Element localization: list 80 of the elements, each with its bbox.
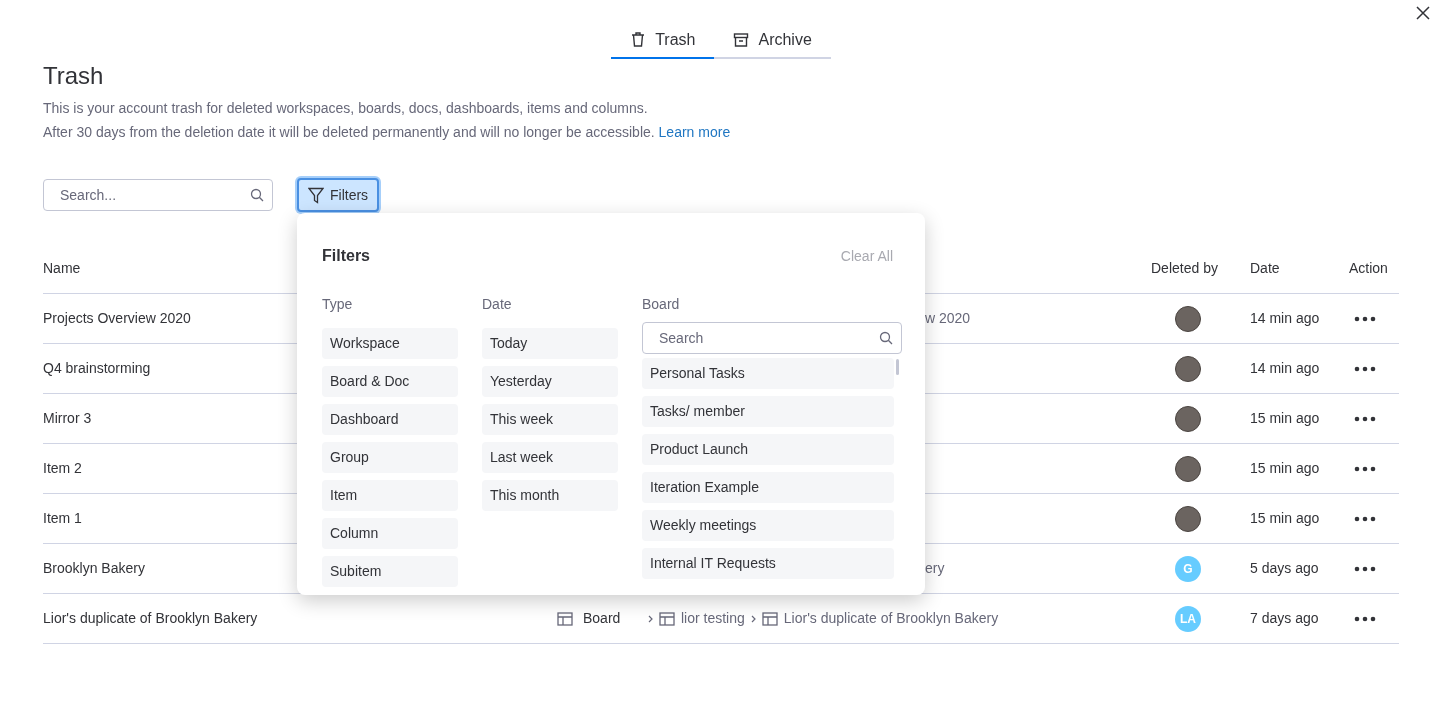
breadcrumb-item[interactable]: Lior's duplicate of Brooklyn Bakery (783, 608, 999, 629)
search-icon (879, 331, 893, 345)
table-cell-text: 7 days ago (1250, 609, 1319, 628)
table-cell-text: Item 1 (43, 509, 82, 528)
filter-option[interactable]: Item (322, 480, 458, 511)
more-icon[interactable] (1354, 365, 1376, 372)
table-cell-text: Mirror 3 (43, 409, 92, 428)
trash-icon (630, 31, 647, 48)
funnel-icon (308, 186, 324, 204)
learn-more-link[interactable]: Learn more (658, 124, 731, 140)
column-heading: Board (642, 295, 680, 314)
avatar (1175, 405, 1201, 432)
filters-button[interactable]: Filters (297, 178, 380, 212)
avatar (1175, 505, 1201, 532)
column-header: Name (43, 259, 81, 278)
tab[interactable]: Trash (611, 28, 715, 59)
filter-option[interactable]: Column (322, 518, 458, 549)
more-icon[interactable] (1354, 615, 1376, 622)
board-search-field[interactable]: Search (642, 322, 902, 354)
table-cell-text: 15 min ago (1250, 459, 1320, 478)
search-icon (250, 188, 264, 202)
table-cell-text: w 2020 (925, 309, 971, 328)
filter-option[interactable]: Iteration Example (642, 472, 894, 503)
avatar (1175, 455, 1201, 482)
column-heading: Date (482, 295, 512, 314)
more-icon[interactable] (1354, 515, 1376, 522)
archive-icon (733, 31, 750, 48)
table-cell-text: Item 2 (43, 459, 82, 478)
filter-option[interactable]: Workspace (322, 328, 458, 359)
tab[interactable]: Archive (714, 28, 831, 59)
table-cell-text: Projects Overview 2020 (43, 309, 191, 328)
filter-option[interactable]: Yesterday (482, 366, 618, 397)
more-icon[interactable] (1354, 465, 1376, 472)
description-text: This is your account trash for deleted workspaces, boards, docs, dashboards, items and columns. (43, 99, 648, 118)
table-cell-text: 15 min ago (1250, 509, 1320, 528)
filter-option[interactable]: Personal Tasks (642, 358, 894, 389)
filter-option[interactable]: Today (482, 328, 618, 359)
table-cell-text: 15 min ago (1250, 409, 1320, 428)
column-heading: Type (322, 295, 353, 314)
chevron-icon (648, 614, 653, 623)
scrollbar[interactable] (896, 359, 899, 375)
board-icon (761, 611, 778, 626)
avatar: G (1175, 555, 1201, 582)
filter-option[interactable]: Subitem (322, 556, 458, 587)
avatar (1175, 355, 1201, 382)
chevron-icon (750, 614, 756, 623)
filter-option[interactable]: Last week (482, 442, 618, 473)
filter-option[interactable]: Weekly meetings (642, 510, 894, 541)
column-header: Action (1349, 259, 1388, 278)
close-button[interactable] (1414, 4, 1432, 22)
table-cell-text: Q4 brainstorming (43, 359, 151, 378)
table-cell-text: 5 days ago (1250, 559, 1319, 578)
filter-option[interactable]: Dashboard (322, 404, 458, 435)
popover-title: Filters (322, 246, 370, 266)
filter-option[interactable]: Internal IT Requests (642, 548, 894, 579)
board-icon (659, 611, 675, 626)
description-text: After 30 days from the deletion date it will be deleted permanently and will no longer be accessible. Learn more (43, 123, 731, 142)
more-icon[interactable] (1354, 415, 1376, 422)
filter-option[interactable]: This week (482, 404, 618, 435)
filter-option[interactable]: Tasks/ member (642, 396, 894, 427)
filter-option[interactable]: Product Launch (642, 434, 894, 465)
column-header: Deleted by (1151, 259, 1218, 278)
avatar (1175, 305, 1201, 332)
more-icon[interactable] (1354, 565, 1376, 572)
table-cell-text: 14 min ago (1250, 309, 1320, 328)
board-icon (557, 611, 573, 626)
filter-option[interactable]: Board & Doc (322, 366, 458, 397)
table-cell-text: Brooklyn Bakery (43, 559, 145, 578)
search-field[interactable]: Search... (43, 179, 273, 211)
table-cell-text: Board (583, 609, 621, 628)
page-title: Trash (43, 61, 104, 91)
column-header: Date (1250, 259, 1280, 278)
avatar: LA (1175, 605, 1201, 632)
more-icon[interactable] (1354, 315, 1376, 322)
breadcrumb-item[interactable]: lior testing (681, 608, 745, 629)
filter-option[interactable]: Group (322, 442, 458, 473)
table-cell-text: ery (925, 559, 945, 578)
table-cell-text: 14 min ago (1250, 359, 1320, 378)
table-cell-text: Lior's duplicate of Brooklyn Bakery (43, 609, 258, 628)
filter-option[interactable]: This month (482, 480, 618, 511)
